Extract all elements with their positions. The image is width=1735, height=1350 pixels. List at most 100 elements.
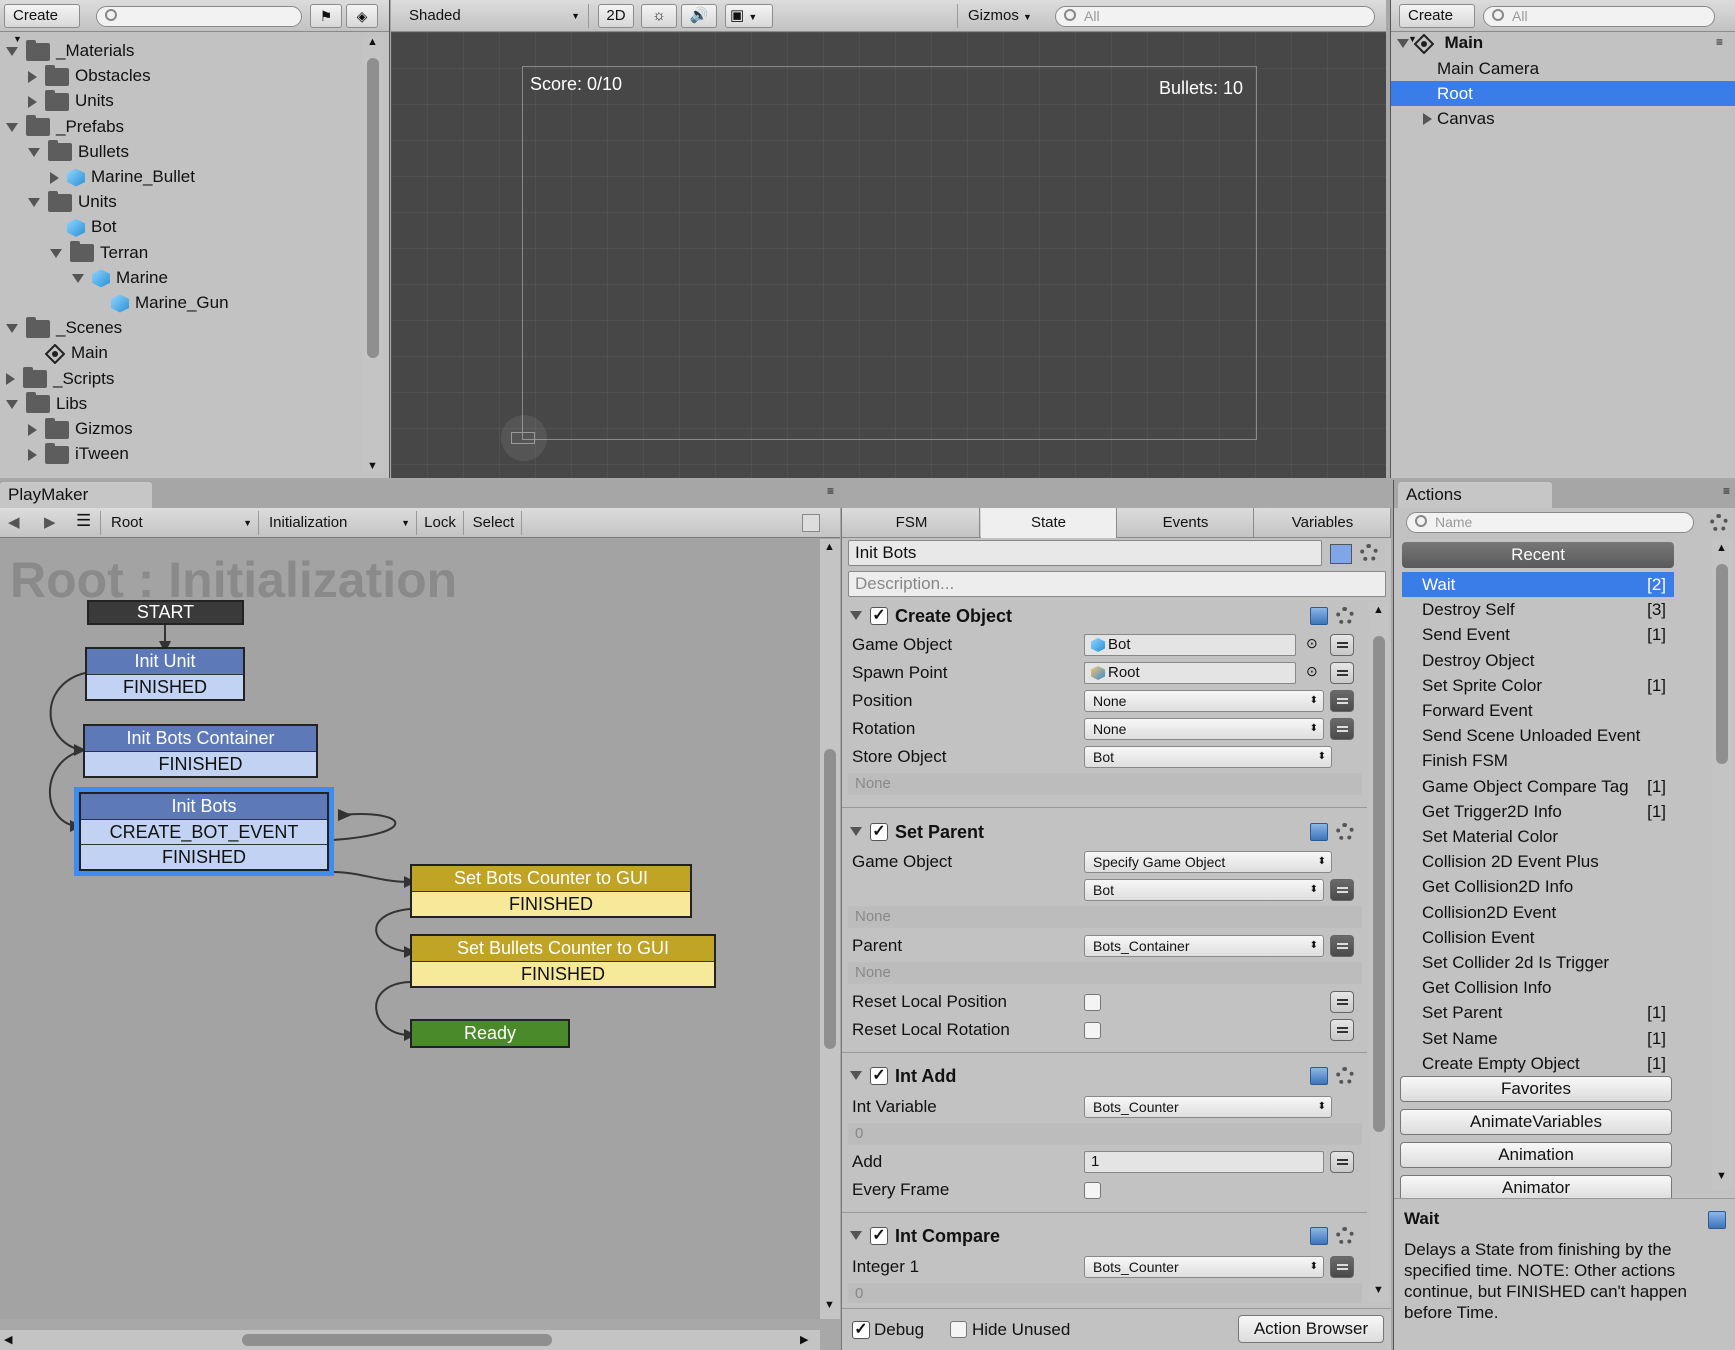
recent-action-item[interactable]: Get Collision Info [1402, 975, 1674, 1000]
action-enabled-checkbox[interactable]: ✓ [870, 607, 888, 625]
recent-action-item[interactable]: Set Parent [1] [1402, 1000, 1674, 1025]
project-item[interactable]: Bullets [28, 139, 129, 164]
fsm-state-node[interactable]: Init Bots CREATE_BOT_EVENT FINISHED [79, 792, 329, 871]
hierarchy-create-button[interactable]: Create ▼ [1399, 4, 1475, 44]
recent-action-item[interactable]: Get Collision2D Info [1402, 874, 1674, 899]
action-browser-button[interactable]: Action Browser [1238, 1315, 1384, 1343]
actions-tab[interactable]: Actions [1398, 482, 1552, 508]
project-item[interactable]: Obstacles [28, 63, 151, 88]
parent-dropdown[interactable]: Bots_Container [1084, 935, 1324, 957]
expanded-arrow-icon[interactable] [6, 399, 18, 409]
tab-fsm[interactable]: FSM [844, 508, 980, 538]
store-object-dropdown[interactable]: Bot [1084, 746, 1332, 768]
scroll-right-icon[interactable]: ▶ [800, 1333, 808, 1346]
expanded-arrow-icon[interactable] [72, 273, 84, 283]
gear-icon[interactable] [1336, 1227, 1354, 1245]
collapsed-arrow-icon[interactable] [28, 423, 37, 436]
help-icon[interactable] [1310, 1227, 1328, 1245]
recent-action-item[interactable]: Collision Event [1402, 925, 1674, 950]
tab-variables[interactable]: Variables [1255, 508, 1391, 538]
fsm-graph[interactable]: Root : Initialization START Init Unit FI… [0, 539, 820, 1319]
collapsed-arrow-icon[interactable] [6, 373, 15, 386]
actions-browser-scrollbar-thumb[interactable] [1716, 564, 1728, 764]
debug-checkbox[interactable]: ✓ [852, 1321, 870, 1339]
scroll-up-icon[interactable]: ▲ [1373, 604, 1384, 616]
graph-vscrollbar[interactable]: ▲ ▼ [820, 539, 840, 1319]
graph-vscrollbar-thumb[interactable] [824, 749, 836, 1049]
recent-action-item[interactable]: Game Object Compare Tag [1] [1402, 774, 1674, 799]
fsm-state-node[interactable]: Init Bots Container FINISHED [83, 724, 318, 778]
fsm-list-button[interactable]: ☰ [76, 511, 91, 531]
hide-unused-checkbox[interactable] [950, 1321, 967, 1338]
state-transition-event[interactable]: FINISHED [412, 961, 714, 986]
action-header-int-compare[interactable]: ✓ Int Compare [842, 1222, 1367, 1250]
int-variable-dropdown[interactable]: Bots_Counter [1084, 1096, 1332, 1118]
gear-icon[interactable] [1710, 514, 1728, 532]
recent-action-item[interactable]: Send Scene Unloaded Event [1402, 723, 1674, 748]
project-item[interactable]: Marine_Gun [94, 290, 229, 315]
action-enabled-checkbox[interactable]: ✓ [870, 1227, 888, 1245]
fsm-state-node[interactable]: Init Unit FINISHED [85, 647, 245, 701]
variable-toggle-button[interactable] [1330, 718, 1354, 740]
recent-action-item[interactable]: Collision2D Event [1402, 900, 1674, 925]
gizmos-dropdown[interactable]: Gizmos ▼ [957, 4, 1037, 28]
scene-menu-icon[interactable]: ≡ [1716, 30, 1723, 55]
recent-action-item[interactable]: Set Sprite Color [1] [1402, 673, 1674, 698]
action-enabled-checkbox[interactable]: ✓ [870, 823, 888, 841]
audio-toggle-button[interactable]: 🔊 [681, 4, 717, 28]
fsm-state-node[interactable]: Ready [410, 1019, 570, 1048]
scene-search-input[interactable]: All [1055, 6, 1375, 27]
panel-menu-icon[interactable]: ≡ [827, 484, 834, 498]
actions-scrollbar[interactable]: ▲ ▼ [1369, 602, 1389, 1302]
expanded-arrow-icon[interactable] [6, 122, 18, 132]
project-item[interactable]: Units [28, 189, 117, 214]
project-item[interactable]: Units [28, 88, 114, 113]
variable-toggle-button[interactable] [1330, 662, 1354, 684]
recent-action-item[interactable]: Create Empty Object [1] [1402, 1051, 1674, 1076]
every-frame-checkbox[interactable] [1084, 1182, 1101, 1199]
game-object-dropdown[interactable]: Bot [1084, 879, 1324, 901]
collapsed-arrow-icon[interactable] [28, 95, 37, 108]
recent-action-item[interactable]: Finish FSM [1402, 748, 1674, 773]
variable-toggle-button[interactable] [1330, 1256, 1354, 1278]
collapse-arrow-icon[interactable] [850, 1071, 862, 1080]
state-transition-event[interactable]: FINISHED [87, 674, 243, 699]
playmaker-tab[interactable]: PlayMaker [0, 482, 152, 508]
filter-by-type-button[interactable]: ⚑ [310, 4, 342, 28]
project-item[interactable]: Main [28, 340, 108, 365]
scroll-down-icon[interactable]: ▼ [1716, 1170, 1727, 1182]
project-item[interactable]: iTween [28, 441, 129, 466]
state-description-field[interactable]: Description... [848, 571, 1386, 597]
help-icon[interactable] [1708, 1211, 1726, 1229]
gear-icon[interactable] [1336, 1067, 1354, 1085]
recent-action-item[interactable]: Send Event [1] [1402, 622, 1674, 647]
collapse-arrow-icon[interactable] [850, 1231, 862, 1240]
recent-action-item[interactable]: Collision 2D Event Plus [1402, 849, 1674, 874]
scroll-up-icon[interactable]: ▲ [824, 541, 835, 553]
project-item[interactable]: Marine [72, 265, 168, 290]
action-header-int-add[interactable]: ✓ Int Add [842, 1062, 1367, 1090]
scroll-down-icon[interactable]: ▼ [1373, 1284, 1384, 1296]
position-dropdown[interactable]: None [1084, 690, 1324, 712]
expanded-arrow-icon[interactable] [28, 198, 40, 208]
tab-events[interactable]: Events [1118, 508, 1254, 538]
minimap-toggle-icon[interactable] [802, 514, 820, 532]
fsm-state-node[interactable]: Set Bullets Counter to GUI FINISHED [410, 934, 716, 988]
expanded-arrow-icon[interactable] [6, 47, 18, 57]
action-enabled-checkbox[interactable]: ✓ [870, 1067, 888, 1085]
scroll-down-icon[interactable]: ▼ [824, 1299, 835, 1311]
state-name-field[interactable]: Init Bots [848, 540, 1322, 566]
effects-toggle-button[interactable]: ▣ ▼ [725, 4, 773, 28]
expanded-arrow-icon[interactable] [28, 147, 40, 157]
variable-toggle-button[interactable] [1330, 690, 1354, 712]
variable-toggle-button[interactable] [1330, 935, 1354, 957]
target-icon[interactable]: ⊙ [1306, 663, 1318, 680]
recent-action-item[interactable]: Set Material Color [1402, 824, 1674, 849]
start-node[interactable]: START [87, 600, 244, 625]
project-item[interactable]: _Scenes [6, 315, 122, 340]
actions-browser-scrollbar[interactable]: ▲ ▼ [1712, 540, 1732, 1190]
project-search-input[interactable] [96, 6, 302, 27]
project-item[interactable]: Gizmos [28, 416, 133, 441]
select-button[interactable]: Select [466, 511, 522, 535]
project-item[interactable]: _Scripts [6, 366, 114, 391]
